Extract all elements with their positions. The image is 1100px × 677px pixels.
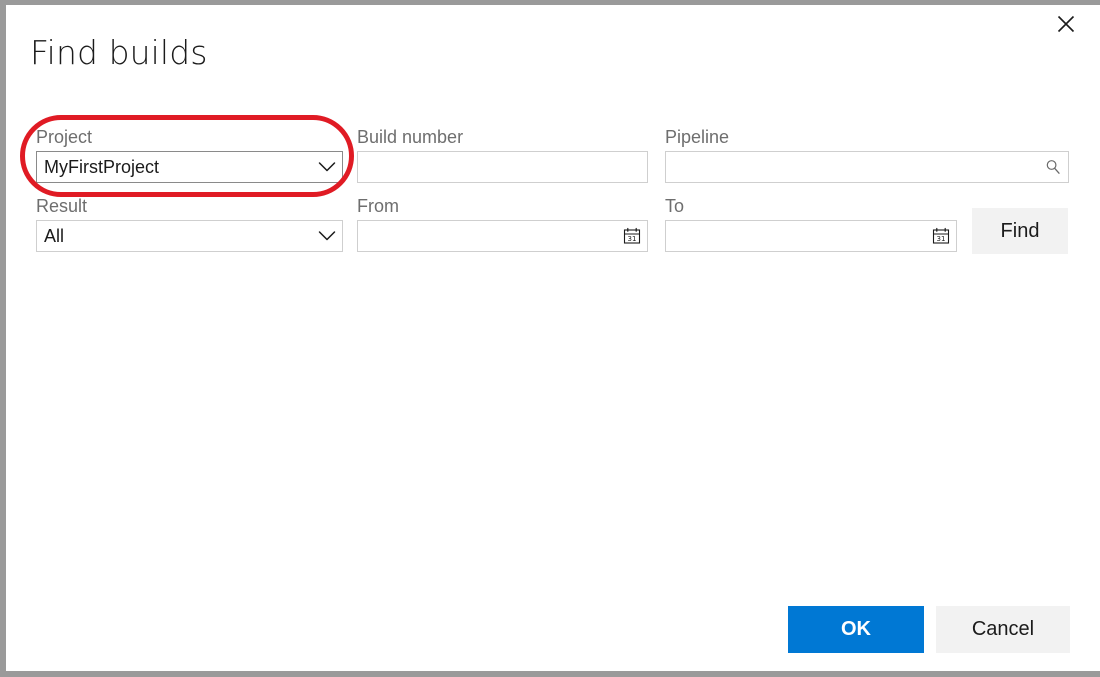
chevron-down-icon [312,221,342,251]
to-date-input-wrapper[interactable]: 31 [665,220,957,252]
search-filters-form: Project MyFirstProject Build number [6,5,1100,671]
ok-button[interactable]: OK [788,606,924,653]
to-date-field: To 31 [665,195,957,252]
pipeline-label: Pipeline [665,126,1069,148]
search-icon[interactable] [1038,152,1068,182]
project-field: Project MyFirstProject [36,126,343,183]
svg-text:31: 31 [937,235,946,243]
cancel-button[interactable]: Cancel [936,606,1070,653]
chevron-down-icon [312,152,342,182]
calendar-icon[interactable]: 31 [926,221,956,251]
result-selected-value: All [37,221,312,251]
pipeline-input-wrapper[interactable] [665,151,1069,183]
find-button[interactable]: Find [972,208,1068,254]
dialog-body: Find builds Project MyFirstProject Build… [6,5,1100,671]
from-date-label: From [357,195,648,217]
dialog-footer: OK Cancel [6,606,1100,656]
from-date-field: From 31 [357,195,648,252]
build-number-field: Build number [357,126,648,183]
from-date-input-wrapper[interactable]: 31 [357,220,648,252]
project-dropdown[interactable]: MyFirstProject [36,151,343,183]
build-number-label: Build number [357,126,648,148]
result-dropdown[interactable]: All [36,220,343,252]
project-selected-value: MyFirstProject [37,152,312,182]
result-field: Result All [36,195,343,252]
find-builds-dialog: Find builds Project MyFirstProject Build… [0,0,1100,677]
pipeline-field: Pipeline [665,126,1069,183]
project-label: Project [36,126,343,148]
build-number-input-wrapper[interactable] [357,151,648,183]
svg-text:31: 31 [628,235,637,243]
calendar-icon[interactable]: 31 [617,221,647,251]
result-label: Result [36,195,343,217]
to-date-label: To [665,195,957,217]
